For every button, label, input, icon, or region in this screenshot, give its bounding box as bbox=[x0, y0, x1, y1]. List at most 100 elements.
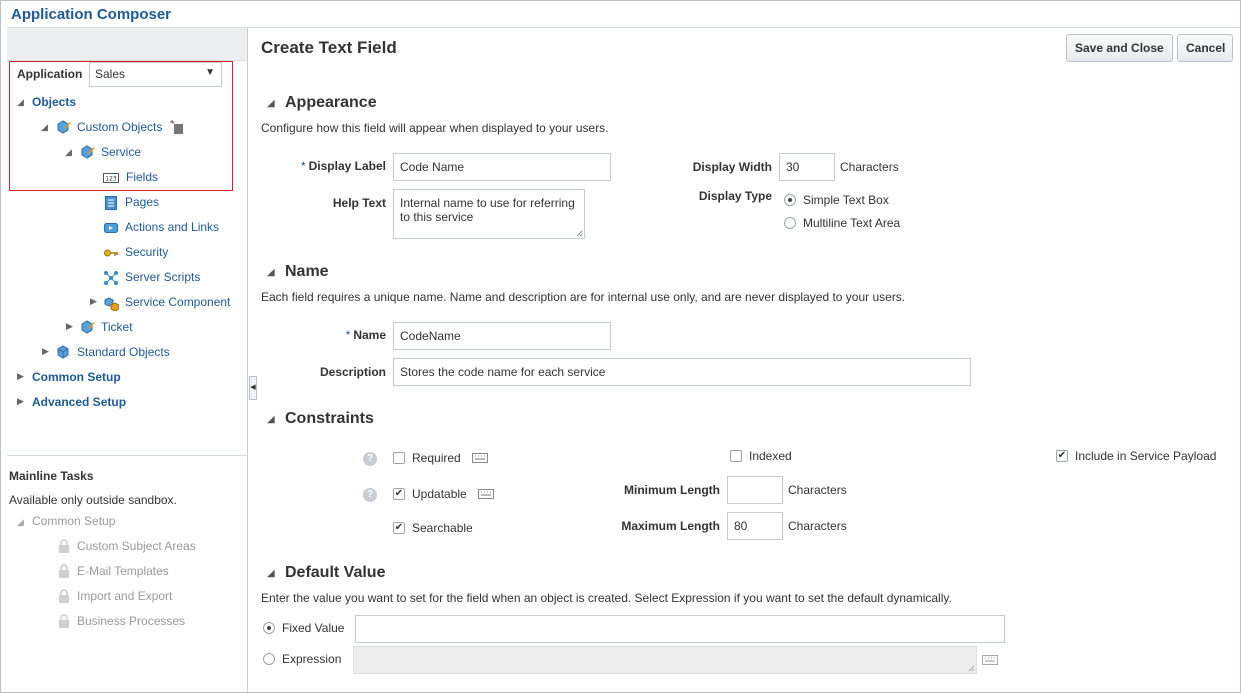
searchable-label[interactable]: Searchable bbox=[412, 521, 473, 535]
constraints-section-title[interactable]: Constraints bbox=[285, 410, 374, 428]
name-section-description: Each field requires a unique name. Name … bbox=[261, 290, 906, 304]
tree-ticket[interactable]: Ticket bbox=[101, 320, 133, 334]
tree-standard-objects[interactable]: Standard Objects bbox=[77, 345, 170, 359]
section-expanded-icon[interactable]: ◢ bbox=[267, 267, 275, 278]
lock-icon bbox=[59, 539, 69, 553]
task-item: Custom Subject Areas bbox=[77, 539, 196, 553]
custom-objects-icon bbox=[57, 120, 71, 134]
required-label[interactable]: Required bbox=[412, 451, 461, 465]
updatable-checkbox[interactable]: ✔ bbox=[393, 488, 405, 500]
save-and-close-button[interactable]: Save and Close bbox=[1066, 34, 1173, 62]
fixed-value-label[interactable]: Fixed Value bbox=[282, 621, 344, 635]
tree-server-scripts[interactable]: Server Scripts bbox=[125, 270, 200, 284]
minimum-length-input[interactable] bbox=[727, 476, 783, 504]
expression-textarea[interactable] bbox=[353, 646, 977, 674]
tree-actions-links[interactable]: Actions and Links bbox=[125, 220, 219, 234]
appearance-section-title[interactable]: Appearance bbox=[285, 94, 377, 112]
required-checkbox[interactable] bbox=[393, 452, 405, 464]
task-item: E-Mail Templates bbox=[77, 564, 169, 578]
default-value-description: Enter the value you want to set for the … bbox=[261, 591, 952, 605]
display-width-label: Display Width bbox=[692, 160, 772, 174]
expanded-triangle-icon[interactable]: ◢ bbox=[65, 147, 72, 158]
task-item: Business Processes bbox=[77, 614, 186, 628]
collapsed-triangle-icon[interactable]: ▶ bbox=[66, 321, 73, 332]
svg-text:123: 123 bbox=[105, 176, 117, 183]
name-section-title[interactable]: Name bbox=[285, 263, 329, 281]
updatable-label[interactable]: Updatable bbox=[412, 487, 467, 501]
resize-handle-icon[interactable] bbox=[576, 230, 583, 237]
multiline-text-area-label[interactable]: Multiline Text Area bbox=[803, 216, 900, 230]
indexed-checkbox[interactable] bbox=[730, 450, 742, 462]
collapsed-triangle-icon[interactable]: ▶ bbox=[17, 371, 24, 382]
include-in-service-payload-label[interactable]: Include in Service Payload bbox=[1075, 449, 1216, 463]
section-expanded-icon[interactable]: ◢ bbox=[267, 414, 275, 425]
pages-icon bbox=[105, 196, 117, 210]
appearance-description: Configure how this field will appear whe… bbox=[261, 121, 609, 135]
name-label-text: Name bbox=[353, 328, 386, 342]
simple-text-box-label[interactable]: Simple Text Box bbox=[803, 193, 889, 207]
new-object-icon[interactable] bbox=[169, 119, 185, 135]
application-select[interactable]: Sales ▼ bbox=[89, 62, 222, 87]
tasks-common-setup: Common Setup bbox=[32, 514, 116, 528]
simple-text-box-radio[interactable] bbox=[784, 194, 796, 206]
actions-links-icon bbox=[104, 223, 118, 233]
expression-label[interactable]: Expression bbox=[282, 652, 341, 666]
tree-fields[interactable]: Fields bbox=[126, 170, 158, 184]
help-text-label: Help Text bbox=[332, 196, 386, 210]
fixed-value-input[interactable] bbox=[355, 615, 1005, 643]
application-select-value: Sales bbox=[95, 67, 126, 81]
minimum-length-unit: Characters bbox=[788, 483, 847, 497]
tree-security[interactable]: Security bbox=[125, 245, 168, 259]
searchable-checkbox[interactable]: ✔ bbox=[393, 522, 405, 534]
tree-objects[interactable]: Objects bbox=[32, 95, 76, 109]
description-input[interactable]: Stores the code name for each service bbox=[393, 358, 971, 386]
section-expanded-icon[interactable]: ◢ bbox=[267, 568, 275, 579]
section-expanded-icon[interactable]: ◢ bbox=[267, 98, 275, 109]
display-label-input[interactable]: Code Name bbox=[393, 153, 611, 181]
tree-service[interactable]: Service bbox=[101, 145, 141, 159]
default-value-section-title[interactable]: Default Value bbox=[285, 564, 385, 582]
resize-handle-icon bbox=[968, 665, 975, 672]
fixed-value-radio[interactable] bbox=[263, 622, 275, 634]
display-width-input[interactable]: 30 bbox=[779, 153, 835, 181]
keyboard-icon[interactable] bbox=[982, 655, 998, 665]
application-label: Application bbox=[17, 67, 83, 81]
maximum-length-input[interactable]: 80 bbox=[727, 512, 783, 540]
cancel-button[interactable]: Cancel bbox=[1177, 34, 1233, 62]
indexed-label[interactable]: Indexed bbox=[749, 449, 792, 463]
expanded-triangle-icon[interactable]: ◢ bbox=[17, 97, 24, 108]
standard-objects-icon bbox=[57, 345, 69, 359]
lock-icon bbox=[59, 564, 69, 578]
key-icon bbox=[104, 249, 118, 257]
help-text-textarea[interactable]: Internal name to use for referring to th… bbox=[393, 189, 585, 239]
keyboard-icon[interactable] bbox=[472, 453, 488, 463]
expanded-triangle-icon: ◢ bbox=[17, 517, 24, 527]
description-label: Description bbox=[319, 365, 386, 379]
mainline-tasks-note: Available only outside sandbox. bbox=[9, 493, 177, 507]
tree-common-setup[interactable]: Common Setup bbox=[32, 370, 121, 384]
name-input[interactable]: CodeName bbox=[393, 322, 611, 350]
tree-custom-objects[interactable]: Custom Objects bbox=[77, 120, 162, 134]
expression-radio[interactable] bbox=[263, 653, 275, 665]
help-icon[interactable]: ? bbox=[363, 488, 377, 502]
collapsed-triangle-icon[interactable]: ▶ bbox=[42, 346, 49, 357]
left-panel-header bbox=[7, 28, 247, 61]
multiline-text-area-radio[interactable] bbox=[784, 217, 796, 229]
service-object-icon bbox=[81, 145, 95, 159]
expanded-triangle-icon[interactable]: ◢ bbox=[41, 122, 48, 133]
service-component-icon bbox=[104, 297, 119, 311]
tree-advanced-setup[interactable]: Advanced Setup bbox=[32, 395, 126, 409]
mainline-tasks-title: Mainline Tasks bbox=[9, 469, 94, 483]
lock-icon bbox=[59, 614, 69, 628]
include-in-service-payload-checkbox[interactable]: ✔ bbox=[1056, 450, 1068, 462]
tree-pages[interactable]: Pages bbox=[125, 195, 159, 209]
keyboard-icon[interactable] bbox=[478, 489, 494, 499]
tree-service-component[interactable]: Service Component bbox=[125, 295, 230, 309]
left-panel-divider bbox=[7, 455, 247, 456]
collapsed-triangle-icon[interactable]: ▶ bbox=[90, 296, 97, 307]
help-icon[interactable]: ? bbox=[363, 452, 377, 466]
task-item: Import and Export bbox=[77, 589, 173, 603]
collapse-panel-handle[interactable]: ◀ bbox=[249, 376, 257, 400]
display-label-label: * Display Label bbox=[290, 159, 386, 173]
collapsed-triangle-icon[interactable]: ▶ bbox=[17, 396, 24, 407]
